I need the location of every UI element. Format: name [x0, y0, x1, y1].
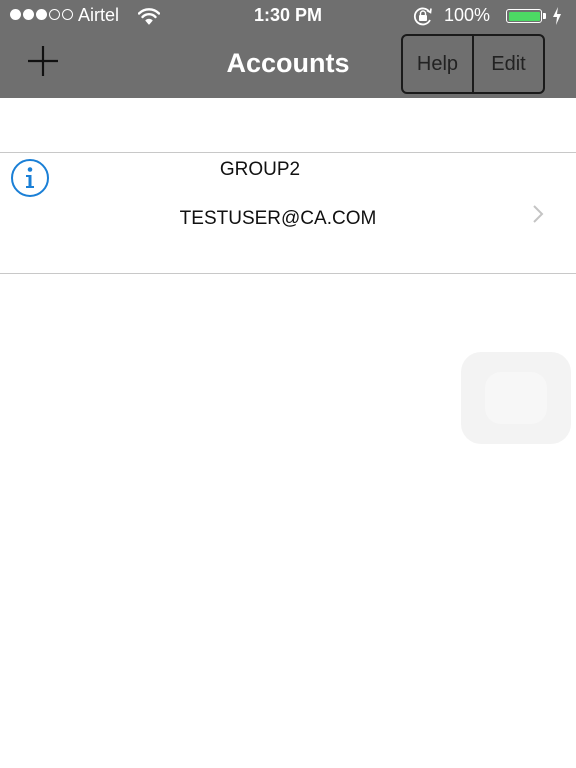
floating-touch-inner — [485, 372, 547, 424]
account-email: TESTUSER@CA.COM — [179, 208, 377, 229]
chevron-right-icon — [533, 205, 544, 223]
status-bar: Airtel 1:30 PM 100% — [0, 0, 576, 32]
help-edit-segment: Help Edit — [401, 34, 545, 94]
help-button[interactable]: Help — [403, 36, 472, 92]
rotation-lock-icon — [413, 7, 432, 26]
battery-icon — [506, 9, 542, 23]
charging-icon — [553, 7, 561, 25]
top-bar: Airtel 1:30 PM 100% Accounts Help Edit — [0, 0, 576, 98]
battery-fill — [508, 11, 540, 21]
floating-touch-button[interactable] — [461, 352, 571, 444]
account-row[interactable]: GROUP2 TESTUSER@CA.COM — [0, 152, 576, 274]
battery-tip — [543, 13, 546, 19]
battery-percent: 100% — [444, 5, 491, 25]
edit-button[interactable]: Edit — [472, 36, 543, 92]
account-group-name: GROUP2 — [219, 159, 301, 180]
accounts-screen: Airtel 1:30 PM 100% Accounts Help Edit G… — [0, 0, 576, 768]
